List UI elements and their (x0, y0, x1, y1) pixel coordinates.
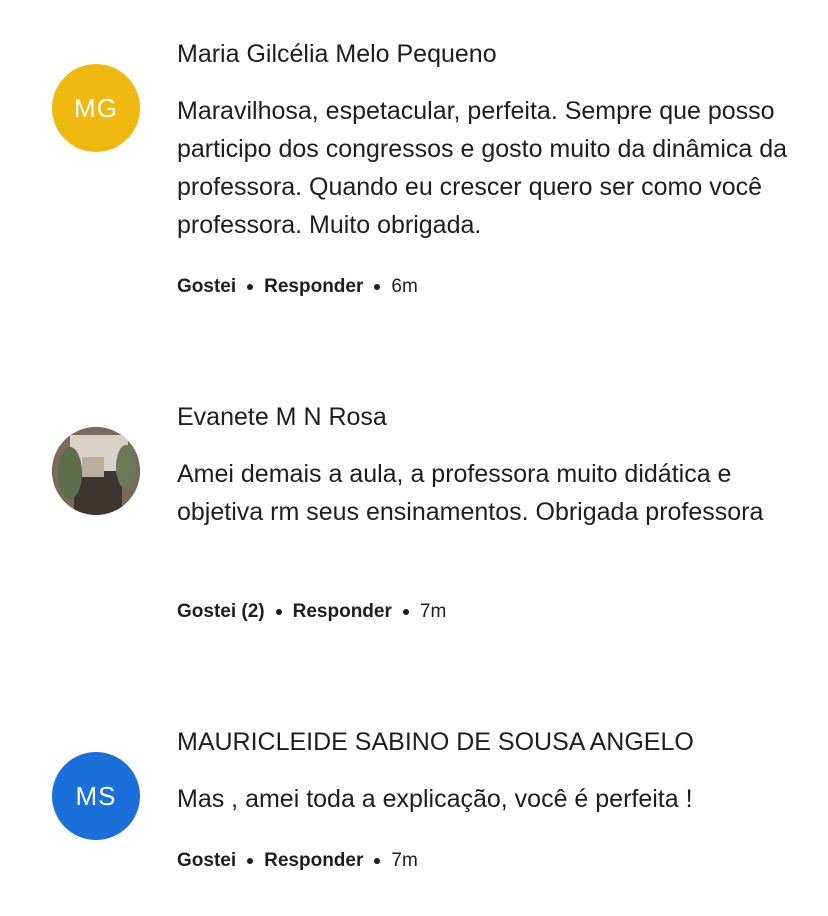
like-button[interactable]: Gostei (2) (177, 601, 265, 623)
comment-actions: Gostei Responder 6m (177, 276, 418, 298)
comment-actions: Gostei (2) Responder 7m (177, 601, 446, 623)
comment-text: Mas , amei toda a explicação, você é per… (177, 785, 693, 813)
comment-text: Amei demais a aula, a professora muito d… (177, 460, 764, 526)
like-button[interactable]: Gostei (177, 276, 236, 298)
comment-actions: Gostei Responder 7m (177, 850, 418, 872)
avatar-photo-icon (52, 427, 140, 515)
separator-dot (374, 284, 381, 290)
comment-author[interactable]: MAURICLEIDE SABINO DE SOUSA ANGELO (177, 728, 694, 757)
separator-dot (402, 609, 409, 615)
comment-author[interactable]: Maria Gilcélia Melo Pequeno (177, 40, 497, 69)
avatar[interactable]: MG (52, 64, 140, 152)
comment-timestamp[interactable]: 7m (420, 601, 446, 623)
reply-button[interactable]: Responder (264, 276, 363, 298)
comment-author[interactable]: Evanete M N Rosa (177, 403, 387, 432)
separator-dot (247, 284, 254, 290)
comment-timestamp[interactable]: 7m (391, 850, 417, 872)
comment-text: Maravilhosa, espetacular, perfeita. Semp… (177, 97, 788, 239)
reply-button[interactable]: Responder (264, 850, 363, 872)
separator-dot (275, 609, 282, 615)
like-button[interactable]: Gostei (177, 850, 236, 872)
avatar-initials: MG (74, 92, 118, 123)
avatar-initials: MS (75, 780, 117, 811)
avatar[interactable] (52, 427, 140, 515)
avatar[interactable]: MS (52, 752, 140, 840)
comment-timestamp[interactable]: 6m (391, 276, 417, 298)
separator-dot (247, 858, 254, 864)
reply-button[interactable]: Responder (293, 601, 392, 623)
separator-dot (374, 858, 381, 864)
